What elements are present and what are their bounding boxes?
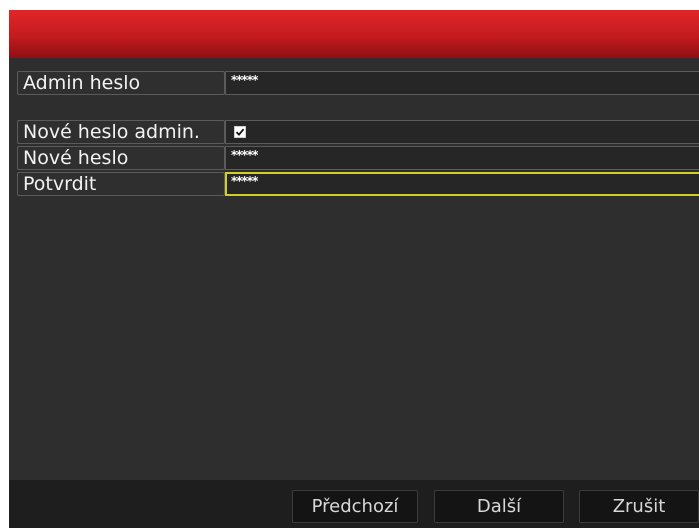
admin-password-label: Admin heslo xyxy=(17,71,225,95)
next-button[interactable]: Další xyxy=(434,490,564,523)
previous-button[interactable]: Předchozí xyxy=(292,490,418,523)
new-admin-password-row: Nové heslo admin. xyxy=(17,120,699,144)
password-form: Admin heslo ***** Nové heslo admin. Nové… xyxy=(9,58,699,480)
checkmark-icon xyxy=(235,128,245,136)
setup-wizard-window: Admin heslo ***** Nové heslo admin. Nové… xyxy=(9,10,699,528)
admin-password-field[interactable]: ***** xyxy=(225,71,699,95)
confirm-password-row: Potvrdit ***** xyxy=(17,172,699,196)
new-admin-password-checkbox[interactable] xyxy=(234,126,246,138)
admin-password-row: Admin heslo ***** xyxy=(17,71,699,95)
button-bar: Předchozí Další Zrušit xyxy=(9,480,699,528)
new-password-label: Nové heslo xyxy=(17,146,225,170)
cancel-button[interactable]: Zrušit xyxy=(579,490,699,523)
new-admin-password-label: Nové heslo admin. xyxy=(17,120,225,144)
new-password-field[interactable]: ***** xyxy=(225,146,699,170)
new-password-row: Nové heslo ***** xyxy=(17,146,699,170)
title-bar xyxy=(9,10,699,58)
confirm-password-label: Potvrdit xyxy=(17,172,225,196)
new-admin-password-field xyxy=(225,120,699,144)
confirm-password-field[interactable]: ***** xyxy=(225,172,699,196)
